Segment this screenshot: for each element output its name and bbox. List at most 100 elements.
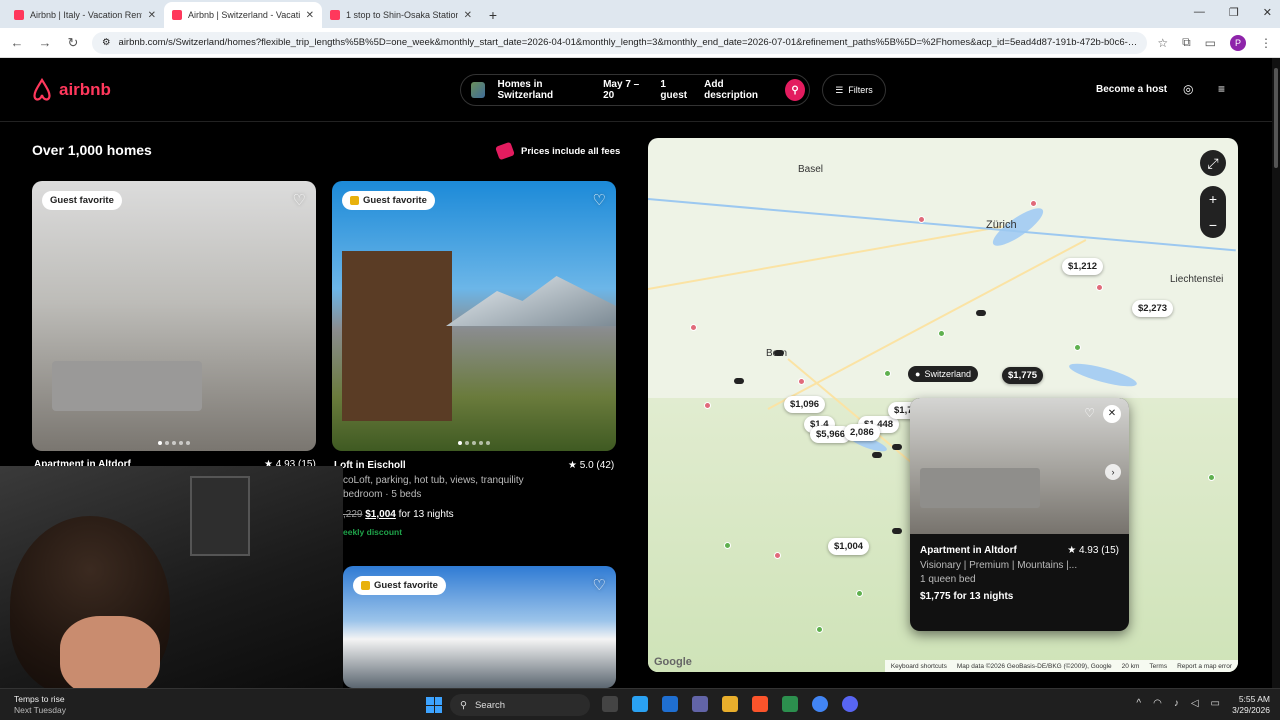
close-tab-icon[interactable]: ✕ <box>148 10 156 21</box>
price-pin[interactable]: $2,273 <box>1132 300 1174 317</box>
map-marker-dot[interactable] <box>774 350 784 356</box>
battery-icon[interactable]: ▭ <box>1211 698 1220 709</box>
price-pin[interactable]: $1,212 <box>1062 258 1104 275</box>
map-marker-dot[interactable] <box>976 310 986 316</box>
file-explorer-icon[interactable] <box>722 696 738 712</box>
map-marker-dot[interactable] <box>872 452 882 458</box>
taskbar-search[interactable]: ⚲ Search <box>450 694 590 716</box>
map-marker-dot[interactable] <box>892 444 902 450</box>
sidepanel-icon[interactable]: ▭ <box>1205 36 1216 50</box>
search-location[interactable]: Homes in Switzerland <box>497 79 591 101</box>
terms-link[interactable]: Terms <box>1149 663 1167 670</box>
browser-menu-icon[interactable]: ⋮ <box>1260 36 1272 50</box>
listing-title[interactable]: Loft in Eischoll <box>334 460 406 471</box>
toolbar-icons: ☆ ⧉ ▭ P ⋮ <box>1157 34 1272 51</box>
copilot-icon[interactable] <box>632 696 648 712</box>
new-tab-button[interactable]: + <box>480 2 506 28</box>
airbnb-logo[interactable]: airbnb <box>31 78 111 102</box>
address-bar[interactable]: ⚙ airbnb.com/s/Switzerland/homes?flexibl… <box>92 31 1148 54</box>
extensions-icon[interactable]: ⧉ <box>1182 35 1191 50</box>
site-info-icon[interactable]: ⚙ <box>102 37 111 48</box>
listing-image[interactable]: Guest favorite ♡ <box>343 566 616 688</box>
zoom-out-icon[interactable]: − <box>1209 217 1217 233</box>
url-text: airbnb.com/s/Switzerland/homes?flexible_… <box>118 37 1138 48</box>
reload-icon[interactable]: ↻ <box>64 35 82 51</box>
filters-label: Filters <box>848 85 873 95</box>
scrollbar-thumb[interactable] <box>1274 68 1278 168</box>
hamburger-menu-icon[interactable]: ≡ <box>1218 82 1225 96</box>
heart-icon[interactable]: ♡ <box>593 191 606 209</box>
forward-icon[interactable]: → <box>36 35 54 50</box>
zoom-in-icon[interactable]: + <box>1209 191 1217 207</box>
page-scrollbar[interactable] <box>1272 58 1280 688</box>
profile-avatar[interactable]: P <box>1230 34 1246 51</box>
map-poi <box>938 330 945 337</box>
back-icon[interactable]: ← <box>8 35 26 50</box>
map-poi <box>1208 474 1215 481</box>
popup-description: Visionary | Premium | Mountains |... <box>920 560 1078 571</box>
wifi-icon[interactable]: ◠ <box>1153 698 1162 709</box>
close-tab-icon[interactable]: ✕ <box>464 10 472 21</box>
microphone-icon[interactable]: ♪ <box>1174 698 1179 709</box>
taskbar-clock[interactable]: 5:55 AM 3/29/2026 <box>1232 694 1270 716</box>
expand-map-icon[interactable]: ⤢ <box>1200 150 1226 176</box>
tab-title: Airbnb | Italy - Vacation Rentals <box>30 10 142 20</box>
price-pin[interactable]: $1,004 <box>828 538 870 555</box>
minimize-icon[interactable]: — <box>1194 6 1205 19</box>
chevron-right-icon[interactable]: › <box>1105 464 1121 480</box>
heart-icon[interactable]: ♡ <box>1084 406 1095 420</box>
search-button[interactable]: ⚲ <box>785 79 805 101</box>
brave-icon[interactable] <box>752 696 768 712</box>
map-scale: 20 km <box>1121 662 1140 670</box>
listing-price[interactable]: ,229 $1,004 for 13 nights <box>343 509 454 520</box>
browser-tab-italy[interactable]: Airbnb | Italy - Vacation Rentals ✕ <box>6 2 164 28</box>
price-pin[interactable]: $1,096 <box>784 396 826 413</box>
guest-favorite-badge: Guest favorite <box>342 191 435 210</box>
bookmark-star-icon[interactable]: ☆ <box>1157 36 1168 50</box>
teams-icon[interactable] <box>692 696 708 712</box>
popup-image[interactable] <box>910 398 1129 534</box>
weather-widget[interactable]: Temps to rise Next Tuesday <box>14 694 66 716</box>
browser-tab-switzerland[interactable]: Airbnb | Switzerland - Vacation ✕ <box>164 2 322 28</box>
filters-button[interactable]: ☰ Filters <box>822 74 886 106</box>
become-host-link[interactable]: Become a host <box>1096 84 1167 95</box>
map-marker-dot[interactable] <box>734 378 744 384</box>
price-pin-active[interactable]: $1,775 <box>1002 367 1044 384</box>
search-pill[interactable]: Homes in Switzerland May 7 – 20 1 guest … <box>460 74 810 106</box>
close-tab-icon[interactable]: ✕ <box>306 10 314 21</box>
map-listing-popup[interactable]: ♡ ✕ › Apartment in Altdorf ★ 4.93 (15) V… <box>910 398 1129 631</box>
volume-icon[interactable]: ◁ <box>1191 698 1199 709</box>
listing-image[interactable]: Guest favorite ♡ <box>332 181 616 451</box>
restore-icon[interactable]: ❐ <box>1229 6 1239 19</box>
store-icon[interactable] <box>662 696 678 712</box>
taskbar-search-label: Search <box>474 699 506 711</box>
country-pin[interactable]: ● Switzerland <box>908 366 978 382</box>
listing-image[interactable]: Guest favorite ♡ <box>32 181 316 451</box>
heart-icon[interactable]: ♡ <box>593 576 606 594</box>
windows-start-icon[interactable] <box>426 697 442 713</box>
tab-title: Airbnb | Switzerland - Vacation <box>188 10 300 20</box>
tray-chevron-icon[interactable]: ^ <box>1136 698 1141 709</box>
keyboard-shortcuts-link[interactable]: Keyboard shortcuts <box>891 663 947 670</box>
discord-icon[interactable] <box>842 696 858 712</box>
search-guests[interactable]: 1 guest <box>660 79 692 101</box>
lake-shape <box>1067 359 1139 391</box>
popup-title[interactable]: Apartment in Altdorf <box>920 545 1017 556</box>
globe-icon[interactable]: ◎ <box>1183 82 1193 96</box>
close-window-icon[interactable]: ✕ <box>1263 6 1272 19</box>
map-marker-dot[interactable] <box>892 528 902 534</box>
heart-icon[interactable]: ♡ <box>293 191 306 209</box>
airbnb-belo-icon <box>33 78 51 101</box>
clock-date: 3/29/2026 <box>1232 705 1270 715</box>
browser-tab-osaka[interactable]: 1 stop to Shin-Osaka Station, T ✕ <box>322 2 480 28</box>
airbnb-favicon-icon <box>172 10 182 20</box>
price-pin[interactable]: 2,086 <box>844 424 880 441</box>
report-error-link[interactable]: Report a map error <box>1177 663 1232 670</box>
task-view-icon[interactable] <box>602 696 618 712</box>
app-icon[interactable] <box>782 696 798 712</box>
prices-toggle[interactable]: Prices include all fees <box>495 141 620 161</box>
search-dates[interactable]: May 7 – 20 <box>603 79 648 101</box>
close-icon[interactable]: ✕ <box>1103 405 1121 423</box>
chrome-icon[interactable] <box>812 696 828 712</box>
search-description[interactable]: Add description <box>704 79 773 101</box>
